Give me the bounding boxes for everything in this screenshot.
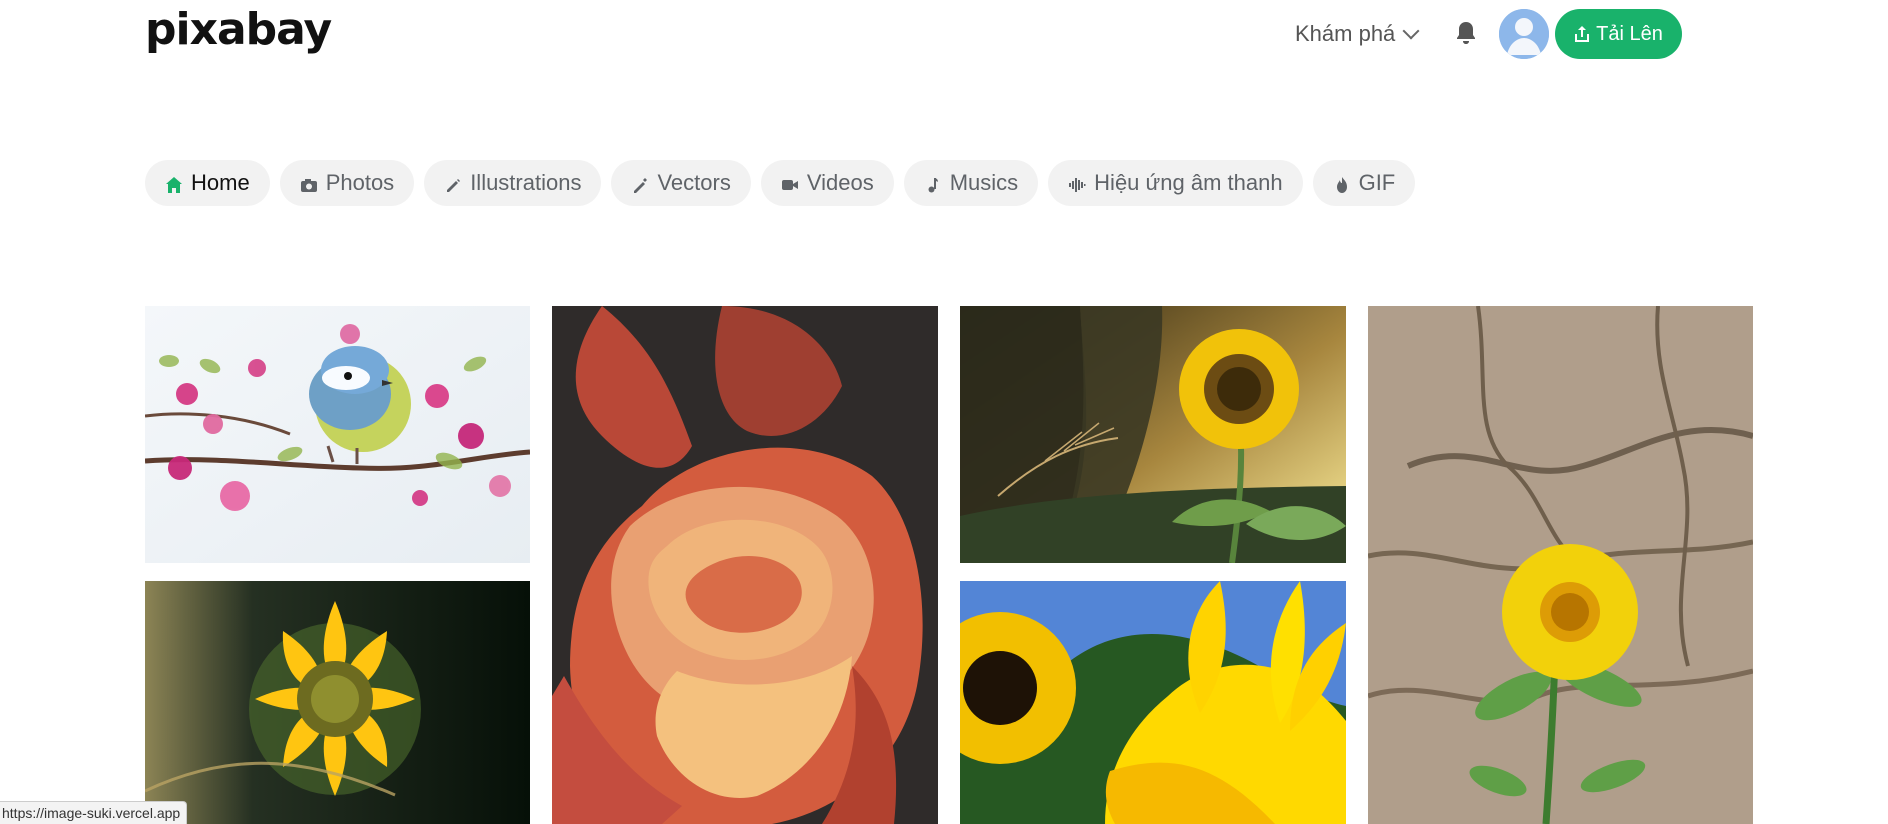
tab-home[interactable]: Home [145, 160, 270, 206]
tab-videos[interactable]: Videos [760, 160, 894, 206]
gallery-image-rose[interactable] [552, 306, 938, 824]
upload-button[interactable]: Tải Lên [1555, 9, 1682, 59]
camera-icon [300, 174, 318, 192]
video-icon [781, 174, 799, 192]
bell-icon[interactable] [1454, 20, 1478, 48]
tab-gif[interactable]: GIF [1312, 160, 1416, 206]
music-icon [924, 174, 942, 193]
page: pixabay Khám phá Tải Lên Home Photos Ill… [0, 0, 1888, 824]
gallery-image-blue-tit[interactable] [145, 306, 530, 563]
tab-musics-label: Musics [949, 170, 1019, 195]
category-tabs: Home Photos Illustrations Vectors Videos… [145, 160, 1416, 206]
tab-sound-effects[interactable]: Hiệu ứng âm thanh [1048, 160, 1303, 206]
gallery-image-sunflowers-sky[interactable] [960, 581, 1346, 824]
sound-wave-icon [1068, 174, 1086, 192]
tab-vectors[interactable]: Vectors [611, 160, 751, 206]
header: pixabay Khám phá Tải Lên [0, 0, 1888, 72]
tab-gif-label: GIF [1358, 170, 1396, 195]
pencil-icon [444, 174, 462, 192]
image-gallery [145, 306, 1753, 824]
gallery-image-flower-cracked-earth[interactable] [1368, 306, 1753, 824]
pen-icon [631, 174, 649, 193]
home-icon [165, 174, 183, 193]
upload-label: Tải Lên [1596, 22, 1663, 45]
tab-musics[interactable]: Musics [903, 160, 1039, 206]
tab-sound-effects-label: Hiệu ứng âm thanh [1094, 170, 1283, 195]
tab-photos[interactable]: Photos [279, 160, 415, 206]
tab-videos-label: Videos [806, 170, 874, 195]
explore-label: Khám phá [1295, 21, 1396, 46]
chevron-down-icon [1402, 22, 1420, 40]
explore-menu[interactable]: Khám phá [1295, 18, 1420, 50]
tab-illustrations-label: Illustrations [470, 170, 582, 195]
gallery-image-sunflower-sunset[interactable] [960, 306, 1346, 563]
tab-illustrations[interactable]: Illustrations [424, 160, 602, 206]
tab-vectors-label: Vectors [657, 170, 731, 195]
status-bar-url: https://image-suki.vercel.app [0, 801, 188, 824]
upload-icon [1574, 25, 1590, 43]
flame-icon [1333, 174, 1351, 193]
avatar[interactable] [1499, 9, 1549, 59]
tab-photos-label: Photos [325, 170, 395, 195]
pixabay-logo[interactable]: pixabay [145, 8, 332, 52]
tab-home-label: Home [191, 170, 250, 195]
gallery-image-sunflower-dark[interactable] [145, 581, 530, 824]
